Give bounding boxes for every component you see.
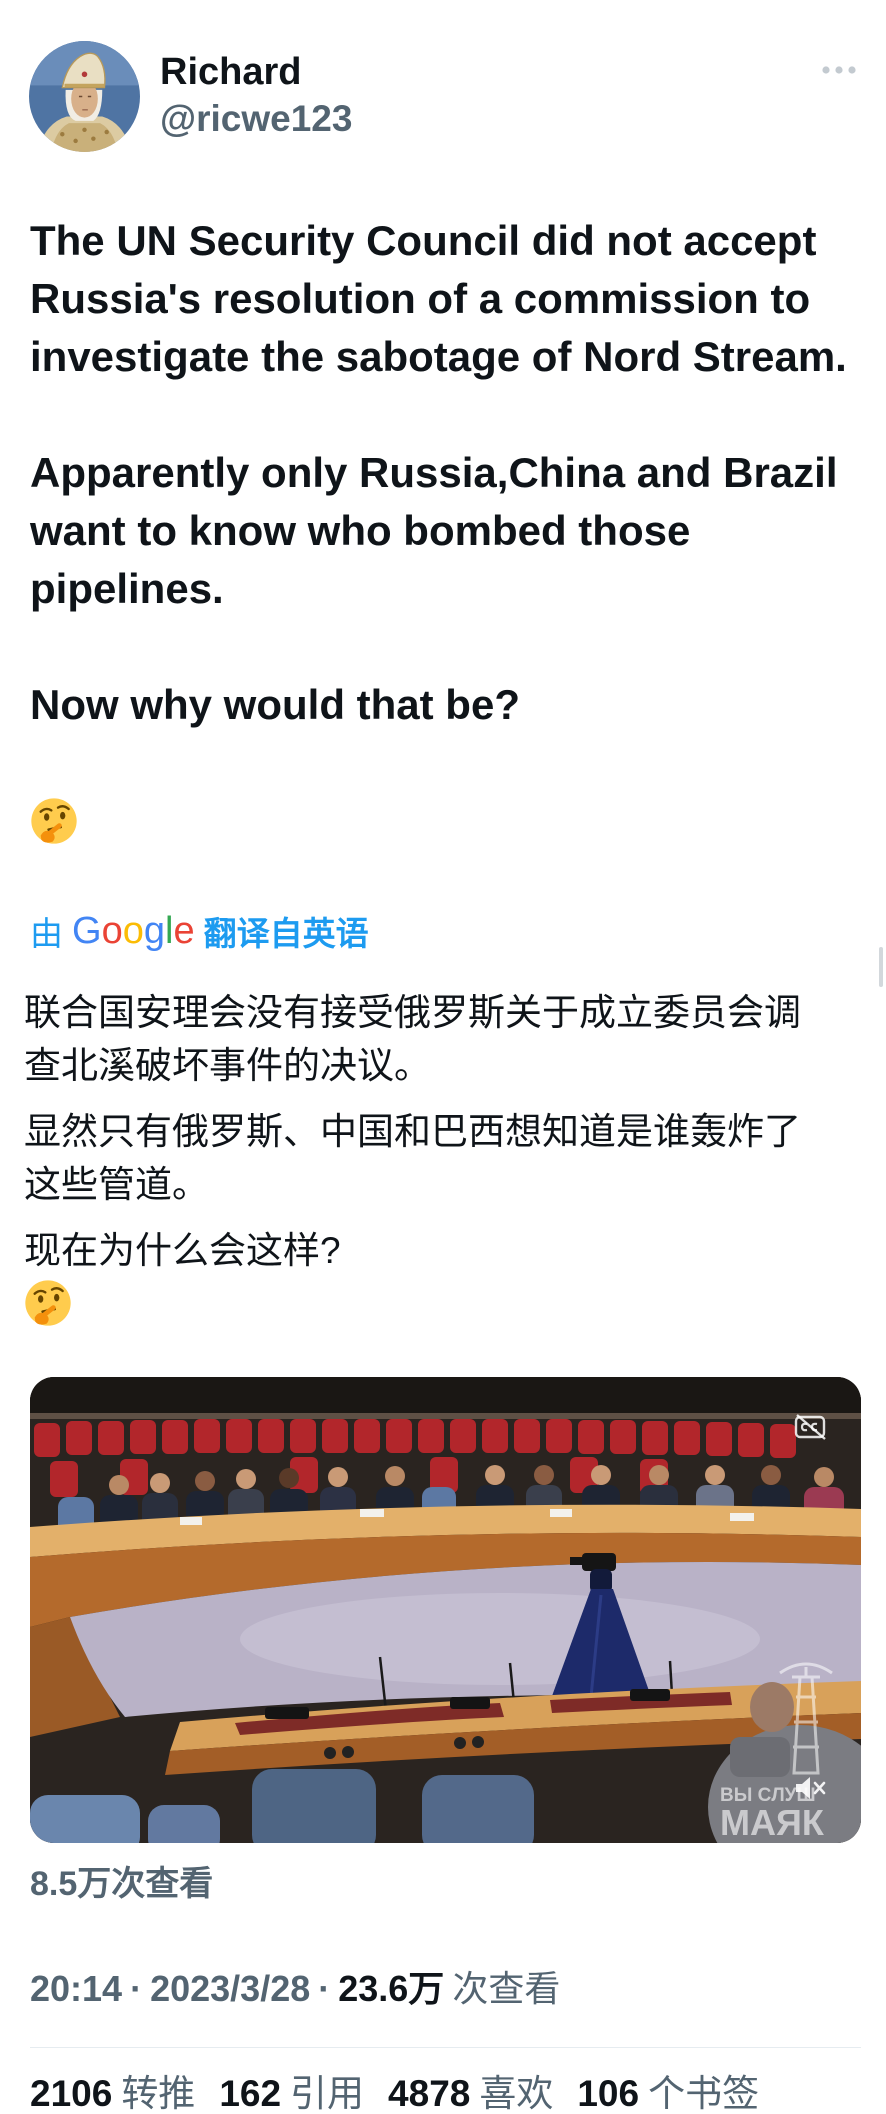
google-logo-letter: G xyxy=(72,909,102,952)
video-frame: ВЫ СЛУШ МАЯК xyxy=(30,1377,861,1843)
stat-likes[interactable]: 4878 喜欢 xyxy=(388,2074,553,2114)
stat-count: 162 xyxy=(219,2073,282,2114)
translated-text: 联合国安理会没有接受俄罗斯关于成立委员会调查北溪破坏事件的决议。 显然只有俄罗斯… xyxy=(24,986,814,1290)
tweet-date[interactable]: 2023/3/28 xyxy=(150,1968,310,2009)
video-view-count: 8.5万次查看 xyxy=(30,1865,214,1903)
meta-separator: · xyxy=(130,1968,143,2009)
stat-count: 2106 xyxy=(30,2073,113,2114)
scrollbar-thumb[interactable] xyxy=(879,947,883,987)
stat-label: 喜欢 xyxy=(479,2073,554,2114)
stat-label: 转推 xyxy=(121,2073,196,2114)
tweet-text: The UN Security Council did not accept R… xyxy=(30,217,847,728)
tweet-view-label: 次查看 xyxy=(452,1968,561,2009)
author-handle[interactable]: @ricwe123 xyxy=(160,96,352,142)
volume-muted-icon[interactable] xyxy=(793,1773,827,1803)
translate-prefix: 由 xyxy=(30,915,63,952)
translated-paragraph: 现在为什么会这样? xyxy=(24,1230,341,1271)
google-logo-letter: o xyxy=(101,909,123,952)
tweet-view-count: 23.6万 xyxy=(338,1968,445,2009)
stat-label: 个书签 xyxy=(648,2073,760,2114)
translated-by-google: 由 Google 翻译自英语 xyxy=(30,909,369,953)
portrait-avatar-icon xyxy=(29,41,140,152)
thinking-face-icon xyxy=(30,797,78,845)
stat-bookmarks[interactable]: 106 个书签 xyxy=(577,2074,759,2114)
stat-label: 引用 xyxy=(290,2073,365,2114)
author-name[interactable]: Richard xyxy=(160,49,301,95)
captions-off-icon[interactable] xyxy=(793,1413,827,1441)
divider xyxy=(30,2047,861,2048)
google-logo: Google xyxy=(72,910,195,953)
stat-count: 106 xyxy=(577,2073,640,2114)
stat-quotes[interactable]: 162 引用 xyxy=(219,2074,364,2114)
stat-retweets[interactable]: 2106 转推 xyxy=(30,2074,195,2114)
stat-count: 4878 xyxy=(388,2073,471,2114)
tweet-time[interactable]: 20:14 xyxy=(30,1968,122,2009)
more-options-button[interactable] xyxy=(818,58,860,82)
google-logo-letter: e xyxy=(173,909,195,952)
watermark-line2: МАЯК xyxy=(720,1802,825,1843)
engagement-stats: 2106 转推 162 引用 4878 喜欢 106 个书签 xyxy=(30,2074,783,2114)
translated-paragraph: 显然只有俄罗斯、中国和巴西想知道是谁轰炸了这些管道。 xyxy=(24,1111,801,1205)
meta-separator: · xyxy=(318,1968,331,2009)
more-horizontal-icon xyxy=(822,66,856,74)
thinking-face-icon xyxy=(24,1279,72,1327)
translate-suffix: 翻译自英语 xyxy=(203,915,369,952)
author-avatar[interactable] xyxy=(29,41,140,152)
google-logo-letter: o xyxy=(122,909,144,952)
google-logo-letter: g xyxy=(143,909,165,952)
translated-paragraph: 联合国安理会没有接受俄罗斯关于成立委员会调查北溪破坏事件的决议。 xyxy=(24,992,801,1086)
video-player[interactable]: ВЫ СЛУШ МАЯК xyxy=(30,1377,861,1843)
tweet-meta: 20:14 · 2023/3/28 · 23.6万 次查看 xyxy=(30,1967,560,2011)
